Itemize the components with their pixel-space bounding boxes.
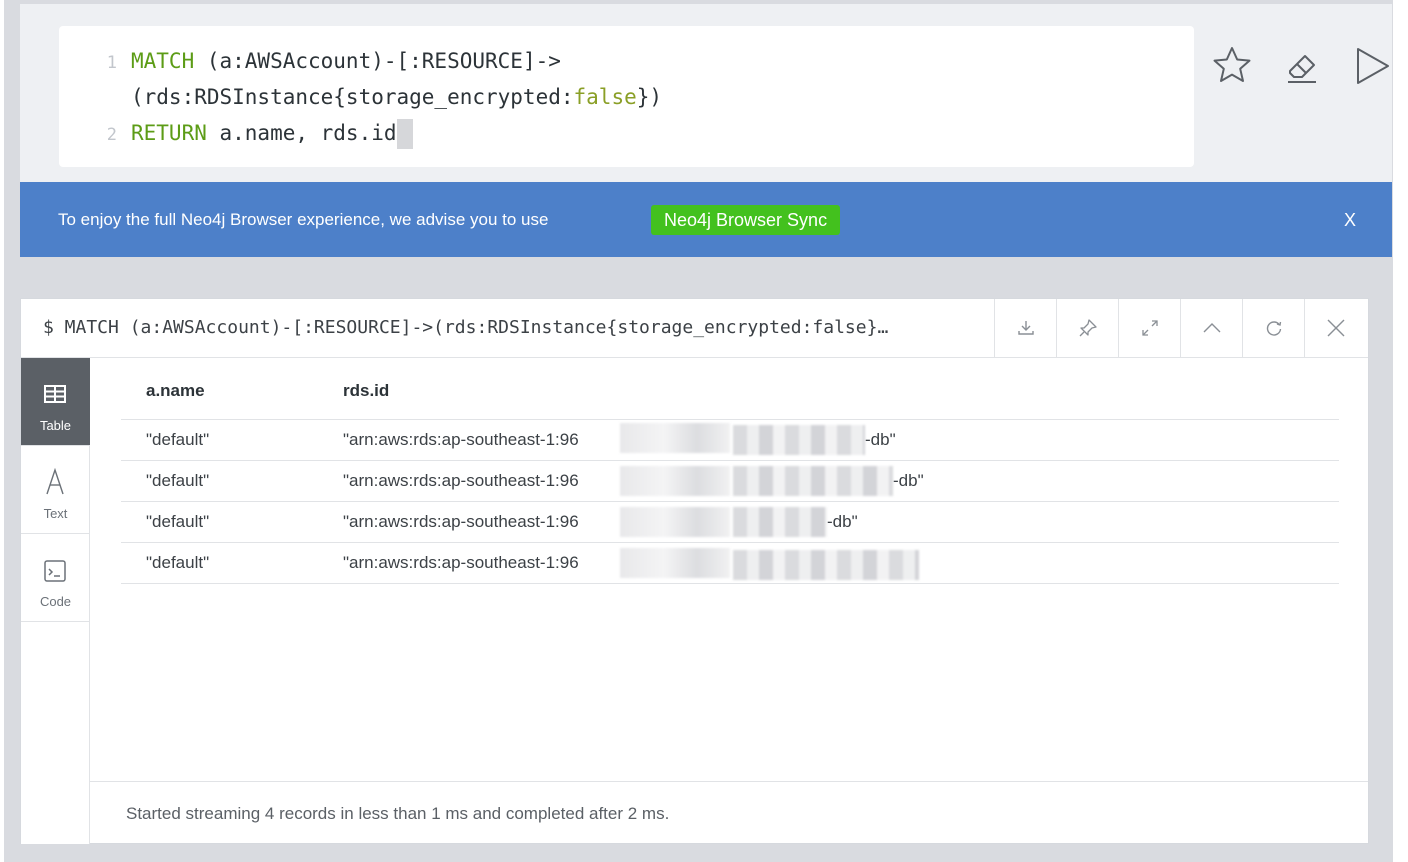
redacted-region <box>620 466 730 496</box>
star-icon[interactable] <box>1210 44 1254 88</box>
cell-id-suffix: -db" <box>865 430 896 449</box>
redacted-region <box>733 466 893 496</box>
rerun-icon[interactable] <box>1242 299 1304 358</box>
frame-query-title[interactable]: $ MATCH (a:AWSAccount)-[:RESOURCE]->(rds… <box>43 317 993 338</box>
banner-close-button[interactable]: X <box>1338 208 1362 232</box>
view-tab-label: Text <box>43 506 68 521</box>
redacted-region <box>620 423 730 453</box>
view-tab-text[interactable]: Text <box>21 446 90 534</box>
frame-status-bar: Started streaming 4 records in less than… <box>90 781 1368 844</box>
view-tab-label: Table <box>39 418 72 433</box>
editor-panel: 1 MATCH (a:AWSAccount)-[:RESOURCE]-> (rds… <box>20 4 1392 182</box>
sync-banner: To enjoy the full Neo4j Browser experien… <box>20 182 1392 257</box>
code-icon <box>44 560 66 582</box>
close-icon[interactable] <box>1304 299 1366 358</box>
expand-icon[interactable] <box>1118 299 1180 358</box>
cell-id: "arn:aws:rds:ap-southeast-1:96 <box>343 471 579 490</box>
view-tab-table[interactable]: Table <box>21 358 90 446</box>
table-row: "default" "arn:aws:rds:ap-southeast-1:96… <box>121 419 1339 460</box>
status-message: Started streaming 4 records in less than… <box>126 804 670 823</box>
cell-name: "default" <box>146 430 210 449</box>
redacted-region <box>733 425 865 455</box>
redacted-region <box>733 550 919 580</box>
code-text: (rds:RDSInstance{storage_encrypted: <box>131 85 574 109</box>
code-text: a.name, rds.id <box>206 121 397 145</box>
table-bottom-border <box>121 583 1339 584</box>
view-tab-code[interactable]: Code <box>21 534 90 622</box>
cell-name: "default" <box>146 512 210 531</box>
keyword-match: MATCH <box>131 49 195 73</box>
view-tab-label: Code <box>39 594 72 609</box>
text-cursor <box>396 119 413 149</box>
banner-message: To enjoy the full Neo4j Browser experien… <box>58 210 549 229</box>
code-text: }) <box>636 85 663 109</box>
browser-sync-button[interactable]: Neo4j Browser Sync <box>651 205 841 235</box>
table-row: "default" "arn:aws:rds:ap-southeast-1:96… <box>121 501 1339 542</box>
line-number: 2 <box>106 125 117 145</box>
cell-id: "arn:aws:rds:ap-southeast-1:96 <box>343 430 579 449</box>
cell-id-suffix: -db" <box>827 512 858 531</box>
boolean-literal: false <box>573 85 637 109</box>
column-header: a.name <box>146 381 205 400</box>
line-number: 1 <box>106 53 117 73</box>
result-frame: $ MATCH (a:AWSAccount)-[:RESOURCE]->(rds… <box>20 298 1369 844</box>
redacted-region <box>733 507 827 537</box>
window-edge <box>1393 0 1408 862</box>
cell-id-suffix: -db" <box>893 471 924 490</box>
code-text: (a:AWSAccount)-[:RESOURCE]-> <box>194 49 561 73</box>
collapse-icon[interactable] <box>1180 299 1242 358</box>
eraser-icon[interactable] <box>1280 44 1324 88</box>
redacted-region <box>620 507 730 537</box>
cell-id: "arn:aws:rds:ap-southeast-1:96 <box>343 512 579 531</box>
table-row: "default" "arn:aws:rds:ap-southeast-1:96… <box>121 460 1339 501</box>
query-editor[interactable]: 1 MATCH (a:AWSAccount)-[:RESOURCE]-> (rds… <box>59 26 1194 167</box>
cell-name: "default" <box>146 471 210 490</box>
pin-icon[interactable] <box>1056 299 1118 358</box>
code-line-2: 2 RETURN a.name, rds.id <box>59 115 413 151</box>
table-row: "default" "arn:aws:rds:ap-southeast-1:96 <box>121 542 1339 583</box>
column-header: rds.id <box>343 381 390 400</box>
code-line-1: 1 MATCH (a:AWSAccount)-[:RESOURCE]-> <box>59 43 561 79</box>
keyword-return: RETURN <box>131 121 207 145</box>
cell-name: "default" <box>146 553 210 572</box>
play-icon[interactable] <box>1350 44 1394 88</box>
text-icon <box>46 468 64 495</box>
code-line-1-wrap: (rds:RDSInstance{storage_encrypted:false… <box>59 79 662 115</box>
table-icon <box>44 385 66 403</box>
cell-id: "arn:aws:rds:ap-southeast-1:96 <box>343 553 579 572</box>
view-sidebar: Table Text Code <box>21 358 90 844</box>
redacted-region <box>620 548 730 578</box>
editor-actions <box>1210 44 1400 88</box>
download-icon[interactable] <box>994 299 1056 358</box>
frame-header: $ MATCH (a:AWSAccount)-[:RESOURCE]->(rds… <box>21 299 1368 358</box>
